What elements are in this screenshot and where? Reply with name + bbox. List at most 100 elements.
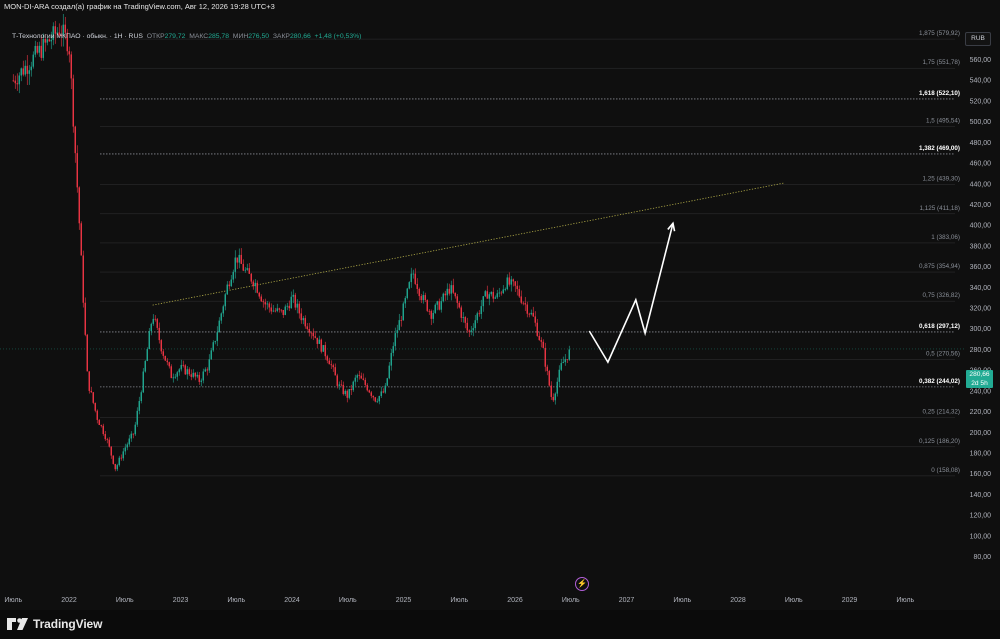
- candle-body: [384, 385, 386, 393]
- price-chart[interactable]: 1,875 (579,92) 1,75 (551,78) 1,618 (522,10…: [0, 14, 1000, 610]
- candle-body: [42, 39, 44, 58]
- price-axis-label: 80,00: [973, 554, 991, 561]
- candle-body: [534, 316, 536, 323]
- candle-body: [96, 410, 98, 420]
- lightning-icon[interactable]: ⚡: [575, 577, 589, 591]
- candle-body: [492, 291, 494, 299]
- time-axis-label: 2023: [173, 597, 189, 604]
- header-bar: MON-DI-ARA создал(а) график на TradingVi…: [0, 0, 1000, 14]
- candle-body: [140, 392, 142, 402]
- time-axis-label: 2024: [284, 597, 300, 604]
- candle-body: [458, 302, 460, 308]
- candle-body: [232, 271, 234, 280]
- candle-body: [174, 376, 176, 378]
- candle-body: [128, 438, 130, 445]
- candle-body: [536, 322, 538, 336]
- candle-body: [178, 369, 180, 373]
- candle-body: [314, 336, 316, 338]
- candle-body: [538, 335, 540, 341]
- candle-body: [276, 308, 278, 311]
- time-axis-label: Июль: [227, 597, 245, 604]
- candle-body: [422, 295, 424, 301]
- candle-body: [156, 319, 158, 328]
- price-axis-label: 180,00: [970, 451, 992, 458]
- candle-body: [38, 45, 40, 53]
- candle-body: [50, 39, 52, 42]
- candle-body: [262, 301, 264, 303]
- candle-body: [264, 302, 266, 305]
- candle-body: [388, 365, 390, 379]
- fib-level-label: 1,75 (551,78): [923, 59, 960, 66]
- fib-level-label: 1,125 (411,18): [920, 205, 961, 212]
- candle-body: [12, 80, 14, 82]
- candle-body: [202, 371, 204, 381]
- candle-body: [286, 305, 288, 307]
- candle-body: [250, 273, 252, 282]
- candle-body: [494, 297, 496, 299]
- candle-body: [510, 279, 512, 285]
- candle-body: [146, 349, 148, 362]
- candle-body: [488, 294, 490, 299]
- price-axis-label: 540,00: [970, 78, 992, 85]
- candle-body: [288, 305, 290, 309]
- tradingview-logo[interactable]: TradingView: [7, 617, 102, 631]
- price-axis-label: 340,00: [970, 285, 992, 292]
- candle-body: [148, 331, 150, 350]
- candle-body: [224, 294, 226, 307]
- candle-body: [498, 292, 500, 294]
- high-label: МАКС: [189, 33, 209, 40]
- candle-body: [320, 339, 322, 352]
- close-value: 280,66: [289, 33, 311, 40]
- time-axis-label: Июль: [339, 597, 357, 604]
- last-price-label: 280,66 2d 5h: [966, 370, 993, 388]
- candle-body: [126, 444, 128, 448]
- low-value: 276,50: [248, 33, 270, 40]
- candle-body: [162, 351, 164, 356]
- symbol-name[interactable]: Т-Технологии МКПАО · обыкн. · 1Н · RUS: [12, 33, 143, 40]
- candle-body: [246, 268, 248, 270]
- candle-body: [114, 463, 116, 470]
- candle-body: [196, 374, 198, 377]
- low-label: МИН: [232, 33, 249, 40]
- candle-body: [130, 433, 132, 439]
- candle-body: [342, 384, 344, 395]
- chart-area[interactable]: 1,875 (579,92) 1,75 (551,78) 1,618 (522,10…: [0, 14, 1000, 610]
- currency-button[interactable]: RUB: [965, 32, 991, 46]
- candle-body: [236, 257, 238, 263]
- candle-body: [68, 51, 70, 55]
- candles: [12, 14, 570, 472]
- candle-body: [412, 273, 414, 275]
- candle-body: [502, 289, 504, 294]
- candle-body: [252, 281, 254, 287]
- candle-body: [282, 309, 284, 315]
- candle-body: [112, 455, 114, 464]
- candle-body: [40, 45, 42, 58]
- candle-body: [18, 75, 20, 85]
- candle-body: [366, 384, 368, 391]
- candle-body: [560, 363, 562, 370]
- candle-body: [198, 374, 200, 382]
- price-axis-label: 160,00: [970, 471, 992, 478]
- candle-body: [370, 392, 372, 396]
- candle-body: [70, 54, 72, 79]
- time-axis-label: 2029: [842, 597, 858, 604]
- candle-body: [104, 434, 106, 440]
- candle-body: [470, 330, 472, 332]
- candle-body: [228, 284, 230, 287]
- candle-body: [426, 300, 428, 311]
- candle-body: [292, 294, 294, 297]
- candle-body: [176, 372, 178, 377]
- price-axis-label: 480,00: [970, 140, 992, 147]
- candle-body: [258, 292, 260, 297]
- fib-level-label: 1,25 (439,30): [923, 176, 960, 183]
- candle-body: [322, 345, 324, 352]
- candle-body: [532, 312, 534, 317]
- candle-body: [256, 282, 258, 293]
- fib-level-label: 1,875 (579,92): [919, 30, 960, 37]
- candle-body: [30, 66, 32, 71]
- candle-body: [368, 390, 370, 393]
- candle-body: [552, 396, 554, 401]
- price-axis-label: 120,00: [970, 513, 992, 520]
- candle-body: [184, 365, 186, 375]
- price-axis-label: 100,00: [970, 533, 992, 540]
